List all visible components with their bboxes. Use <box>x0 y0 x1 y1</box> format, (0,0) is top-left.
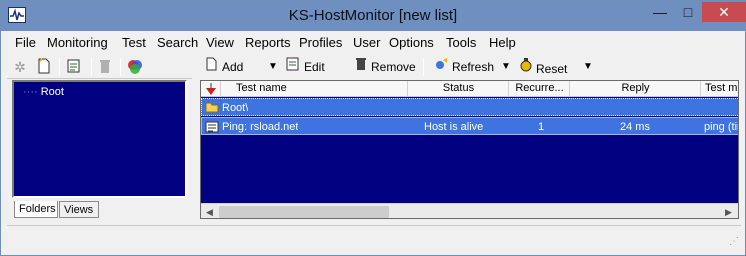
reset-button[interactable]: Reset <box>518 57 567 77</box>
cell-status: Host is alive <box>424 121 484 133</box>
column-test-method[interactable]: Test m <box>702 81 738 97</box>
cell-test-name: Root\ <box>222 102 249 114</box>
tree-item-label: Root <box>40 86 64 98</box>
new-file-icon <box>204 57 220 77</box>
menu-tools[interactable]: Tools <box>446 35 476 50</box>
menu-monitoring[interactable]: Monitoring <box>47 35 108 50</box>
list-item[interactable]: Root\ <box>201 98 738 116</box>
close-button[interactable]: ✕ <box>702 2 746 22</box>
add-dropdown-arrow[interactable]: ▼ <box>268 57 278 77</box>
scroll-left-icon[interactable]: ◀ <box>201 204 218 218</box>
tab-folders[interactable]: Folders <box>14 201 58 218</box>
window-title: KS-HostMonitor [new list] <box>288 7 458 24</box>
scrollbar-thumb[interactable] <box>219 206 389 218</box>
menu-help[interactable]: Help <box>489 35 516 50</box>
maximize-button[interactable]: □ <box>675 2 701 22</box>
reset-dropdown-arrow[interactable]: ▼ <box>583 57 593 77</box>
folder-toolbar: ✲ <box>7 55 192 79</box>
minimize-button[interactable]: — <box>647 2 673 22</box>
tab-views[interactable]: Views <box>59 201 99 218</box>
ping-test-icon <box>205 120 219 134</box>
trash-icon <box>353 57 369 77</box>
folder-icon <box>205 101 219 115</box>
remove-button[interactable]: Remove <box>353 57 416 77</box>
toolbar-separator <box>59 58 60 76</box>
app-window: KS-HostMonitor [new list] — □ ✕ File Mon… <box>0 0 746 256</box>
list-header: Test name Status Recurre... Reply Test m <box>201 81 738 97</box>
add-button[interactable]: Add <box>204 57 243 77</box>
add-button-label: Add <box>222 60 244 74</box>
table-row[interactable]: Ping: rsload.net Host is alive 1 24 ms p… <box>201 117 739 135</box>
edit-button[interactable]: Edit <box>286 57 325 77</box>
column-test-name[interactable]: Test name <box>222 81 408 97</box>
menu-reports[interactable]: Reports <box>245 35 291 50</box>
toolbar-separator <box>423 58 424 76</box>
sort-indicator[interactable] <box>201 81 221 97</box>
status-bar: ⋰ <box>7 225 741 249</box>
refresh-dropdown-arrow[interactable]: ▼ <box>501 57 511 77</box>
menu-search[interactable]: Search <box>157 35 198 50</box>
menu-bar: File Monitoring Test Search View Reports… <box>1 32 745 52</box>
edit-button-label: Edit <box>304 60 325 74</box>
title-bar[interactable]: KS-HostMonitor [new list] — □ ✕ <box>1 1 746 31</box>
tree-connector: ···· <box>23 86 38 98</box>
cell-recurrence: 1 <box>538 121 545 133</box>
refresh-button[interactable]: Refresh <box>434 57 494 77</box>
reset-button-label: Reset <box>536 62 568 76</box>
tree-item-root[interactable]: ···· Root <box>23 86 64 98</box>
color-icon[interactable] <box>126 58 144 76</box>
resize-grip-icon[interactable]: ⋰ <box>729 236 739 247</box>
menu-view[interactable]: View <box>206 35 234 50</box>
column-status[interactable]: Status <box>409 81 509 97</box>
menu-file[interactable]: File <box>15 35 36 50</box>
column-recurrence[interactable]: Recurre... <box>510 81 570 97</box>
cell-test-method: ping (tir <box>704 121 739 133</box>
menu-profiles[interactable]: Profiles <box>299 35 342 50</box>
edit-icon <box>286 57 302 77</box>
refresh-button-label: Refresh <box>452 60 495 74</box>
menu-test[interactable]: Test <box>122 35 146 50</box>
refresh-icon <box>434 57 450 77</box>
toolbar-separator <box>91 58 92 76</box>
test-toolbar: Add ▼ Edit Remove Refresh ▼ Reset ▼ <box>198 55 746 79</box>
reset-icon <box>518 57 534 79</box>
cell-test-name: Ping: rsload.net <box>222 121 299 133</box>
test-list[interactable]: Test name Status Recurre... Reply Test m… <box>200 80 739 219</box>
properties-icon[interactable] <box>65 58 83 76</box>
cell-reply: 24 ms <box>620 121 650 133</box>
delete-icon[interactable] <box>96 58 114 76</box>
column-reply[interactable]: Reply <box>571 81 701 97</box>
menu-options[interactable]: Options <box>389 35 434 50</box>
new-folder-icon[interactable]: ✲ <box>11 58 29 76</box>
menu-user[interactable]: User <box>353 35 380 50</box>
horizontal-scrollbar[interactable]: ◀ ▶ <box>201 203 738 218</box>
remove-button-label: Remove <box>371 60 416 74</box>
scroll-right-icon[interactable]: ▶ <box>720 204 737 218</box>
new-file-icon[interactable] <box>35 58 53 76</box>
toolbar-separator <box>120 58 121 76</box>
folder-tree-pane[interactable]: ···· Root <box>12 80 187 198</box>
